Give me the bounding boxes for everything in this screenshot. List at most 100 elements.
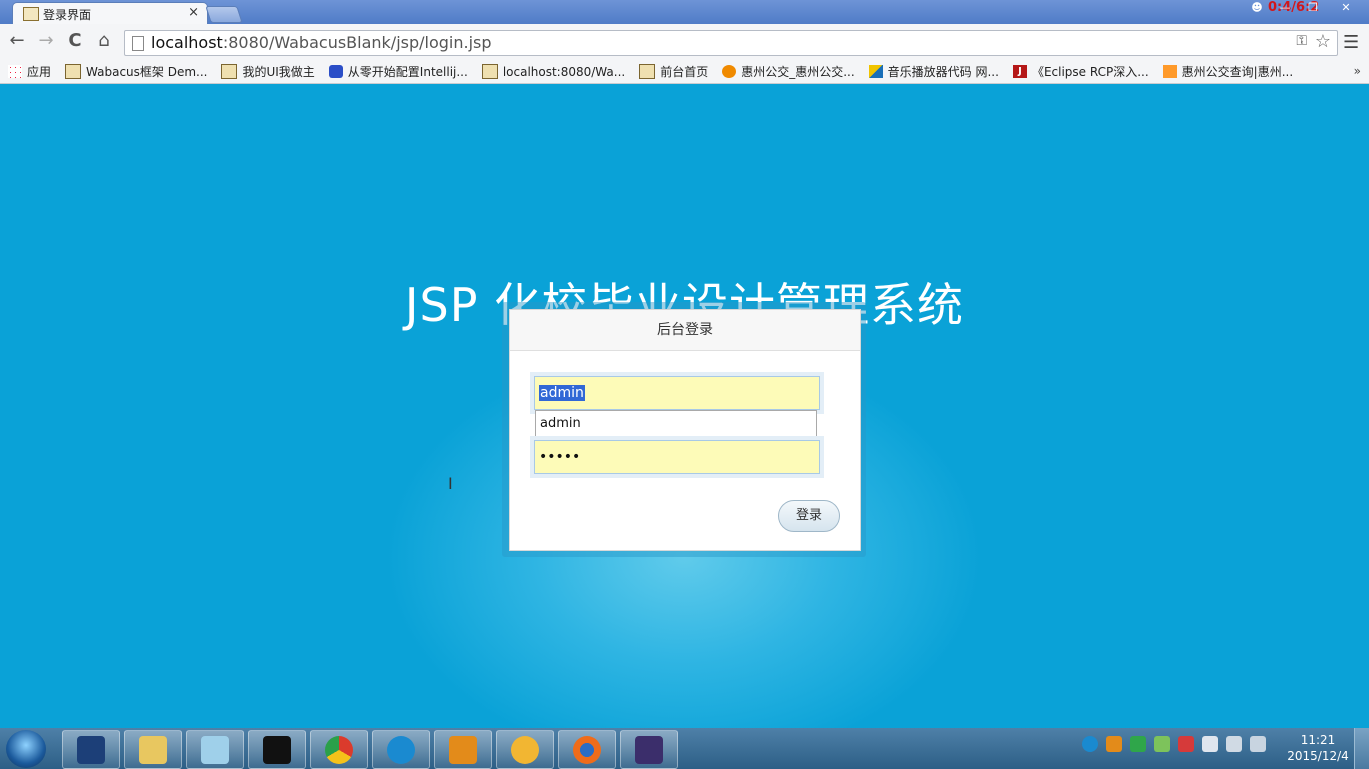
bookmark-label: 应用: [27, 65, 52, 79]
bookmarks-bar: 应用 Wabacus框架 Dem... 我的UI我做主 从零开始配置Intell…: [0, 60, 1369, 84]
login-title: 后台登录: [510, 310, 860, 351]
page-icon: [221, 64, 238, 79]
password-input[interactable]: •••••: [534, 440, 820, 474]
bookmark-item[interactable]: Wabacus框架 Dem...: [65, 63, 207, 80]
tray-k-icon[interactable]: [1082, 736, 1098, 752]
chrome-menu-icon[interactable]: ☰: [1343, 32, 1359, 53]
tab-close-icon[interactable]: ×: [188, 5, 199, 20]
browser-tab[interactable]: 登录界面 ×: [12, 2, 208, 25]
url-host: localhost: [151, 33, 223, 52]
windows-taskbar: 11:21 2015/12/4: [0, 728, 1369, 769]
tray-device-icon[interactable]: [1202, 736, 1218, 752]
bookmark-item[interactable]: 前台首页: [639, 63, 708, 80]
bookmark-label: 惠州公交_惠州公交...: [741, 65, 855, 79]
key-icon[interactable]: ⚿: [1296, 33, 1307, 49]
username-wrap: admin: [530, 372, 824, 414]
username-selected-text: admin: [539, 385, 585, 401]
bookmarks-more-icon[interactable]: »: [1354, 64, 1361, 78]
k-icon: [387, 735, 415, 764]
bookmark-label: 从零开始配置Intellij...: [347, 65, 468, 79]
login-panel: 后台登录 admin admin ••••• 登录: [509, 309, 861, 551]
url-path: :8080/WabacusBlank/jsp/login.jsp: [222, 33, 492, 52]
bookmark-label: 《Eclipse RCP深入...: [1031, 65, 1149, 79]
system-clock[interactable]: 11:21 2015/12/4: [1282, 732, 1354, 764]
password-wrap: •••••: [530, 436, 824, 478]
taskbar-app[interactable]: [434, 730, 492, 769]
taskbar-app[interactable]: [372, 730, 430, 769]
javaee-ide-icon: [635, 735, 663, 764]
search-tool-icon: [449, 735, 477, 764]
firefox-icon: [573, 735, 601, 764]
system-tray: [1082, 736, 1266, 752]
back-icon[interactable]: ←: [6, 30, 28, 51]
paw-icon: [328, 65, 343, 78]
reload-icon[interactable]: C: [64, 30, 86, 51]
music-icon: [868, 65, 883, 78]
forward-icon[interactable]: →: [35, 30, 57, 51]
taskbar-app[interactable]: [62, 730, 120, 769]
tray-bug-icon[interactable]: [1130, 736, 1146, 752]
tray-flag-icon[interactable]: [1178, 736, 1194, 752]
browser-titlebar: 登录界面 × 0:4/6:2 ☻ — ❐ ✕: [0, 0, 1369, 25]
window-controls: ☻ — ❐ ✕: [1243, 0, 1365, 18]
explorer-icon: [139, 735, 167, 764]
bookmark-apps[interactable]: 应用: [8, 63, 51, 80]
tray-check-icon[interactable]: [1154, 736, 1170, 752]
apps-icon: [8, 65, 22, 78]
page-icon: [65, 64, 82, 79]
bookmark-item[interactable]: 惠州公交查询|惠州...: [1162, 63, 1294, 80]
taskbar-app[interactable]: [186, 730, 244, 769]
taskbar-app[interactable]: [558, 730, 616, 769]
j-icon: J: [1012, 65, 1027, 78]
home-icon[interactable]: ⌂: [93, 30, 115, 51]
address-bar[interactable]: localhost:8080/WabacusBlank/jsp/login.js…: [124, 30, 1338, 56]
notepad-icon: [201, 735, 229, 764]
bookmark-label: Wabacus框架 Dem...: [86, 65, 208, 79]
bookmark-label: 前台首页: [660, 65, 709, 79]
minimize-icon[interactable]: —: [1271, 0, 1299, 17]
page-icon: [481, 64, 498, 79]
show-desktop-button[interactable]: [1354, 728, 1369, 769]
user-icon[interactable]: ☻: [1243, 0, 1271, 17]
clock-time: 11:21: [1300, 733, 1336, 747]
taskbar-app[interactable]: [496, 730, 554, 769]
new-tab-button[interactable]: [205, 6, 243, 23]
bus-icon: [722, 65, 737, 78]
bookmark-item[interactable]: J 《Eclipse RCP深入...: [1012, 63, 1149, 80]
bookmark-star-icon[interactable]: ☆: [1315, 31, 1331, 52]
bookmark-item[interactable]: 音乐播放器代码 网...: [868, 63, 999, 80]
login-button[interactable]: 登录: [778, 500, 840, 532]
bookmark-label: localhost:8080/Wa...: [502, 64, 626, 79]
tab-title: 登录界面: [43, 8, 92, 22]
page-icon: [639, 64, 656, 79]
bookmark-label: 音乐播放器代码 网...: [887, 65, 999, 79]
bookmark-label: 我的UI我做主: [242, 65, 315, 79]
squirrel-icon: [511, 735, 539, 764]
taskbar-app[interactable]: [620, 730, 678, 769]
bookmark-item[interactable]: 从零开始配置Intellij...: [328, 63, 468, 80]
s-app-icon: [77, 735, 105, 764]
tray-volume-icon[interactable]: [1250, 736, 1266, 752]
page-favicon-icon: [23, 7, 39, 21]
taskbar-app[interactable]: [124, 730, 182, 769]
restore-icon[interactable]: ❐: [1299, 0, 1327, 17]
clock-date: 2015/12/4: [1287, 749, 1349, 763]
page-icon: [132, 36, 144, 51]
taskbar-app[interactable]: [310, 730, 368, 769]
bookmark-item[interactable]: 惠州公交_惠州公交...: [722, 63, 855, 80]
close-window-icon[interactable]: ✕: [1327, 0, 1365, 17]
url-text[interactable]: localhost:8080/WabacusBlank/jsp/login.js…: [151, 33, 492, 52]
username-input[interactable]: admin: [534, 376, 820, 410]
chrome-icon: [325, 735, 353, 764]
text-cursor-icon: I: [448, 474, 453, 493]
bookmark-item[interactable]: localhost:8080/Wa...: [481, 64, 626, 79]
autocomplete-option[interactable]: admin: [535, 410, 817, 438]
tray-search-icon[interactable]: [1106, 736, 1122, 752]
cmd-icon: [263, 735, 291, 764]
taskbar-app[interactable]: [248, 730, 306, 769]
start-button[interactable]: [6, 730, 46, 768]
hui-icon: [1162, 65, 1177, 78]
bookmark-label: 惠州公交查询|惠州...: [1181, 65, 1294, 79]
bookmark-item[interactable]: 我的UI我做主: [221, 63, 315, 80]
tray-network-icon[interactable]: [1226, 736, 1242, 752]
